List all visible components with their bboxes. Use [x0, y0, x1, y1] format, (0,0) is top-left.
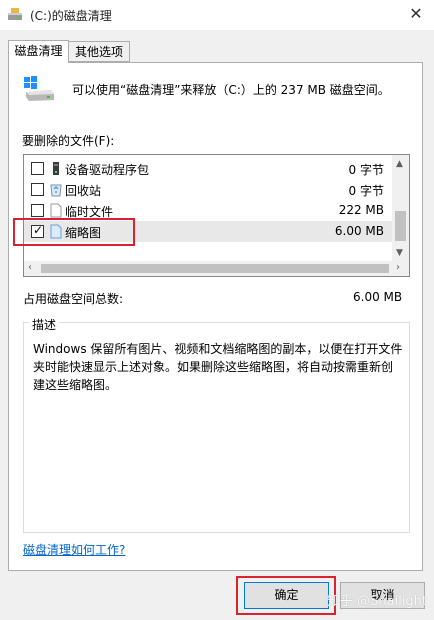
recycle-bin-icon [50, 184, 62, 197]
list-item[interactable]: 临时文件 222 MB [24, 200, 392, 221]
file-size: 222 MB [338, 203, 384, 217]
list-item[interactable]: 设备驱动程序包 0 字节 [24, 158, 392, 179]
scroll-down-icon[interactable]: ▼ [396, 248, 403, 258]
drive-icon [24, 76, 54, 101]
files-to-delete-label: 要删除的文件(F): [22, 134, 115, 148]
driver-package-icon [53, 162, 59, 175]
scrollbar-thumb[interactable] [41, 264, 389, 273]
ok-button[interactable]: 确定 [244, 582, 329, 609]
file-name: 设备驱动程序包 [65, 163, 150, 177]
file-checkbox[interactable] [31, 162, 44, 175]
total-space-value: 6.00 MB [353, 290, 403, 304]
scrollbar-thumb[interactable] [395, 211, 406, 241]
file-icon [50, 224, 62, 239]
list-item[interactable]: 回收站 0 字节 [24, 179, 392, 200]
help-link[interactable]: 磁盘清理如何工作? [23, 541, 125, 558]
list-item[interactable]: ✓ 缩略图 6.00 MB [24, 221, 392, 242]
description-legend: 描述 [29, 316, 60, 333]
intro-text: 可以使用“磁盘清理”来释放（C:）上的 237 MB 磁盘空间。 [72, 83, 390, 97]
scroll-right-icon[interactable]: › [396, 262, 400, 273]
total-space-label: 占用磁盘空间总数: [23, 292, 124, 306]
file-checkbox[interactable] [31, 204, 44, 217]
close-icon[interactable]: ✕ [405, 3, 427, 25]
scroll-up-icon[interactable]: ▲ [396, 159, 403, 169]
description-text: Windows 保留所有图片、视频和文档缩略图的副本，以便在打开文件夹时能快速显… [33, 342, 403, 392]
tab-disk-cleanup[interactable]: 磁盘清理 [8, 40, 69, 63]
cancel-button[interactable]: 取消 [340, 582, 425, 609]
file-checkbox[interactable] [31, 183, 44, 196]
file-icon [50, 203, 62, 218]
checkmark-icon: ✓ [33, 223, 44, 237]
scroll-left-icon[interactable]: ‹ [28, 262, 32, 273]
file-name: 临时文件 [65, 205, 114, 219]
file-name: 回收站 [65, 184, 102, 198]
file-size: 0 字节 [348, 163, 384, 177]
title-bar: (C:)的磁盘清理 ✕ [0, 0, 434, 30]
disk-cleanup-icon [8, 8, 22, 20]
file-checkbox-checked[interactable]: ✓ [31, 223, 44, 238]
vertical-scrollbar[interactable]: ▲ ▼ [392, 155, 409, 261]
file-size: 6.00 MB [334, 224, 384, 238]
window-title: (C:)的磁盘清理 [30, 9, 112, 23]
tab-other-options[interactable]: 其他选项 [68, 41, 130, 62]
file-name: 缩略图 [65, 226, 102, 240]
horizontal-scrollbar[interactable]: ‹ › [24, 261, 409, 276]
files-listbox[interactable]: 设备驱动程序包 0 字节 回收站 0 字节 临时文件 222 MB ✓ 缩略图 … [23, 154, 410, 277]
file-size: 0 字节 [348, 184, 384, 198]
